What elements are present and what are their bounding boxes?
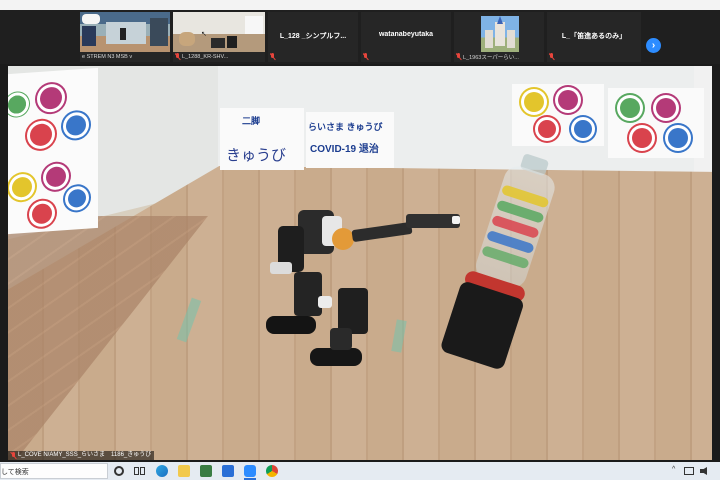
participant-label: L_1963スーパーらい... — [463, 54, 519, 61]
participant-footer — [270, 52, 356, 61]
virus-yellow-icon — [12, 176, 32, 198]
sign-line-1: らいさま きゅうび — [308, 122, 383, 132]
participant-footer: L_1963スーパーらい... — [456, 52, 542, 61]
virus-green-icon — [620, 98, 640, 118]
participant-tile-3[interactable]: L_128 _シンプルフ... — [268, 12, 358, 62]
participant-name: L_128 _シンプルフ... — [279, 33, 347, 40]
cortana-icon[interactable] — [114, 466, 124, 476]
virus-magenta-icon — [656, 98, 676, 118]
virus-poster-left — [8, 67, 98, 235]
participant-tile-2[interactable]: ↖ L_1288_KR-SHV... — [173, 12, 265, 62]
store-icon[interactable] — [200, 465, 212, 477]
network-icon[interactable] — [684, 467, 694, 475]
edge-icon[interactable] — [156, 465, 168, 477]
mic-muted-icon — [175, 53, 180, 60]
mic-muted-icon — [11, 452, 16, 459]
chrome-icon[interactable] — [266, 465, 278, 477]
virus-red-icon — [538, 120, 556, 138]
participant-tile-1[interactable]: e STREM N3 MSB v — [80, 12, 170, 62]
virus-blue-icon — [574, 120, 592, 138]
speaker-name-label: L_COVE N/AMY_SSS_らいさま 1186_きゅうび — [8, 451, 155, 460]
participant-label: e STREM N3 MSB v — [82, 53, 133, 60]
virus-blue-icon — [68, 188, 86, 208]
virus-red-icon — [30, 123, 52, 147]
virus-green-icon — [8, 94, 26, 115]
participant-strip: e STREM N3 MSB v ↖ L_1288_KR-SHV... L_12… — [0, 10, 720, 64]
virus-blue-icon — [66, 114, 86, 137]
taskbar-search-box[interactable]: して検索 — [0, 463, 108, 479]
sign-covid: らいさま きゅうび COVID-19 退治 — [306, 112, 394, 168]
file-explorer-icon[interactable] — [178, 465, 190, 477]
speaker-name: L_COVE N/AMY_SSS_らいさま 1186_きゅうび — [18, 452, 152, 458]
tray-overflow-chevron[interactable]: ^ — [672, 466, 675, 473]
participant-footer: e STREM N3 MSB v — [82, 52, 168, 61]
participant-footer — [549, 52, 639, 61]
search-placeholder: して検索 — [1, 469, 29, 476]
participant-tile-4[interactable]: watanabeyutaka — [361, 12, 451, 62]
participant-name: watanabeyutaka — [378, 31, 434, 38]
mic-muted-icon — [456, 53, 461, 60]
virus-magenta-icon — [46, 166, 66, 188]
sign-kyuubi: 二脚 きゅうび — [220, 108, 304, 170]
virus-blue-icon — [668, 128, 688, 148]
mic-muted-icon — [549, 53, 554, 60]
mic-muted-icon — [270, 53, 275, 60]
zoom-icon[interactable] — [244, 465, 256, 477]
virus-poster-right-2 — [608, 88, 704, 158]
windows-taskbar: して検索 ^ — [0, 462, 720, 480]
participant-tile-5[interactable]: L_1963スーパーらい... — [454, 12, 544, 62]
participant-label: L_1288_KR-SHV... — [182, 53, 229, 60]
participant-video-thumb — [80, 12, 170, 52]
sign-line-2: COVID-19 退治 — [310, 144, 379, 155]
next-page-button[interactable]: › — [646, 38, 661, 53]
virus-magenta-icon — [40, 86, 62, 110]
participant-footer — [363, 52, 449, 61]
sign-kanji-bottom: きゅうび — [226, 147, 287, 164]
window-top-bar — [0, 0, 720, 10]
active-speaker-video: 二脚 きゅうび らいさま きゅうび COVID-19 退治 L_COVE N/A… — [8, 66, 712, 460]
mic-muted-icon — [363, 53, 368, 60]
mail-icon[interactable] — [222, 465, 234, 477]
volume-icon[interactable] — [700, 467, 710, 475]
participant-footer: L_1288_KR-SHV... — [175, 52, 263, 61]
castle-image — [481, 16, 519, 52]
virus-yellow-icon — [524, 92, 544, 112]
sign-kanji-top: 二脚 — [242, 116, 261, 126]
virus-magenta-icon — [558, 90, 578, 110]
participant-name: L_「笛進あるのみ」 — [561, 33, 627, 40]
zoom-meeting-window: e STREM N3 MSB v ↖ L_1288_KR-SHV... L_12… — [0, 0, 720, 480]
virus-red-icon — [32, 203, 52, 225]
virus-poster-right-1 — [512, 84, 604, 146]
participant-tile-6[interactable]: L_「笛進あるのみ」 — [547, 12, 641, 62]
participant-video-thumb: ↖ — [173, 12, 265, 52]
virus-red-icon — [632, 128, 652, 148]
task-view-icon[interactable] — [134, 465, 146, 477]
